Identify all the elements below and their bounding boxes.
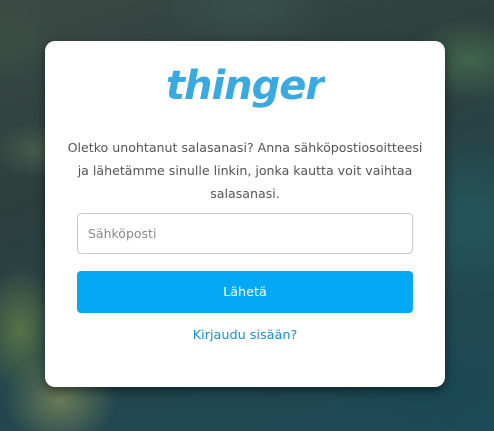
send-button[interactable]: Lähetä [77,271,413,313]
thinger-logo: thinger [45,63,445,113]
logo-wordmark: thinger [166,63,325,109]
reset-instructions: Oletko unohtanut salasanasi? Anna sähköp… [67,140,423,201]
password-reset-card: thinger Oletko unohtanut salasanasi? Ann… [45,41,445,387]
email-field[interactable] [77,213,413,254]
login-link[interactable]: Kirjaudu sisään? [45,328,445,343]
logo-text: thinger [166,63,325,109]
